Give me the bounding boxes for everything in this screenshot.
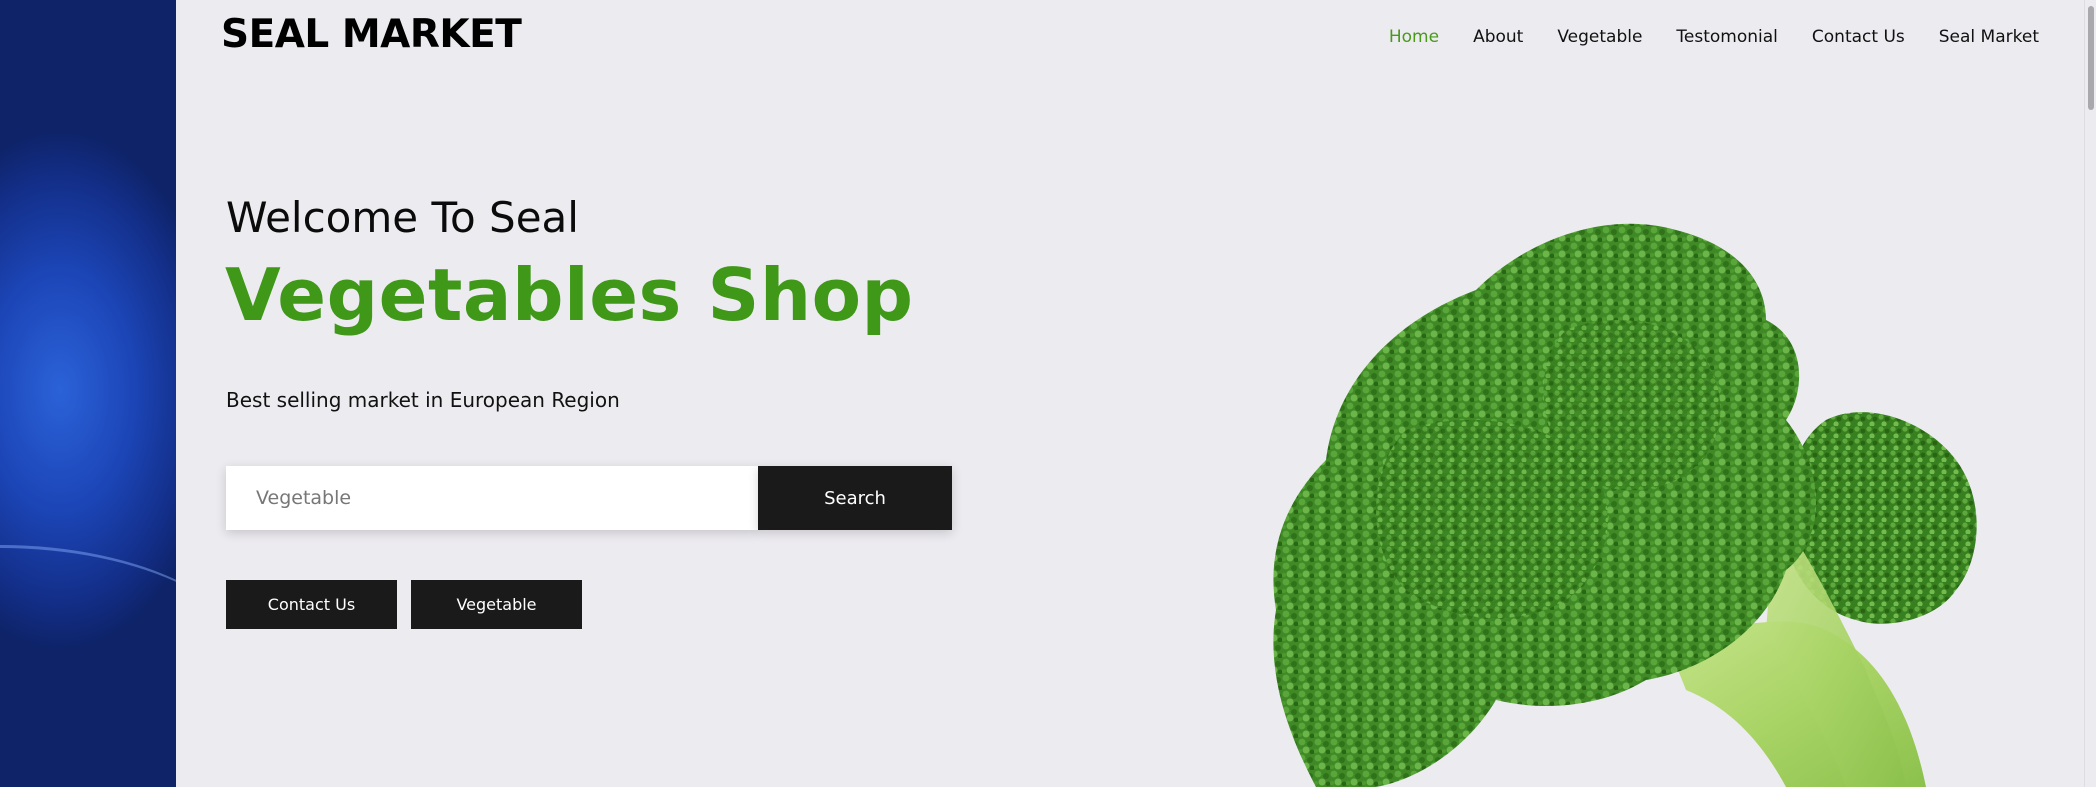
nav-about[interactable]: About <box>1473 27 1523 47</box>
nav-testomonial[interactable]: Testomonial <box>1676 27 1777 47</box>
broccoli-image <box>1273 223 1977 787</box>
main-nav: Home About Vegetable Testomonial Contact… <box>1389 27 2039 47</box>
desktop-wallpaper-arc <box>0 545 176 787</box>
contact-us-button[interactable]: Contact Us <box>226 580 397 629</box>
page: SEAL MARKET Home About Vegetable Testomo… <box>176 0 2084 787</box>
search-input[interactable] <box>226 466 758 530</box>
desktop-background <box>0 0 176 787</box>
nav-contact-us[interactable]: Contact Us <box>1812 27 1905 47</box>
site-logo[interactable]: SEAL MARKET <box>221 12 522 57</box>
hero-welcome: Welcome To Seal <box>226 193 579 242</box>
nav-home[interactable]: Home <box>1389 27 1439 47</box>
vegetable-button[interactable]: Vegetable <box>411 580 582 629</box>
hero-headline: Vegetables Shop <box>225 253 914 337</box>
hero-tagline: Best selling market in European Region <box>226 388 620 412</box>
search-button[interactable]: Search <box>758 466 952 530</box>
scrollbar-thumb[interactable] <box>2088 6 2094 110</box>
page-scrollbar[interactable] <box>2084 0 2096 787</box>
nav-seal-market[interactable]: Seal Market <box>1939 27 2039 47</box>
nav-vegetable[interactable]: Vegetable <box>1557 27 1642 47</box>
